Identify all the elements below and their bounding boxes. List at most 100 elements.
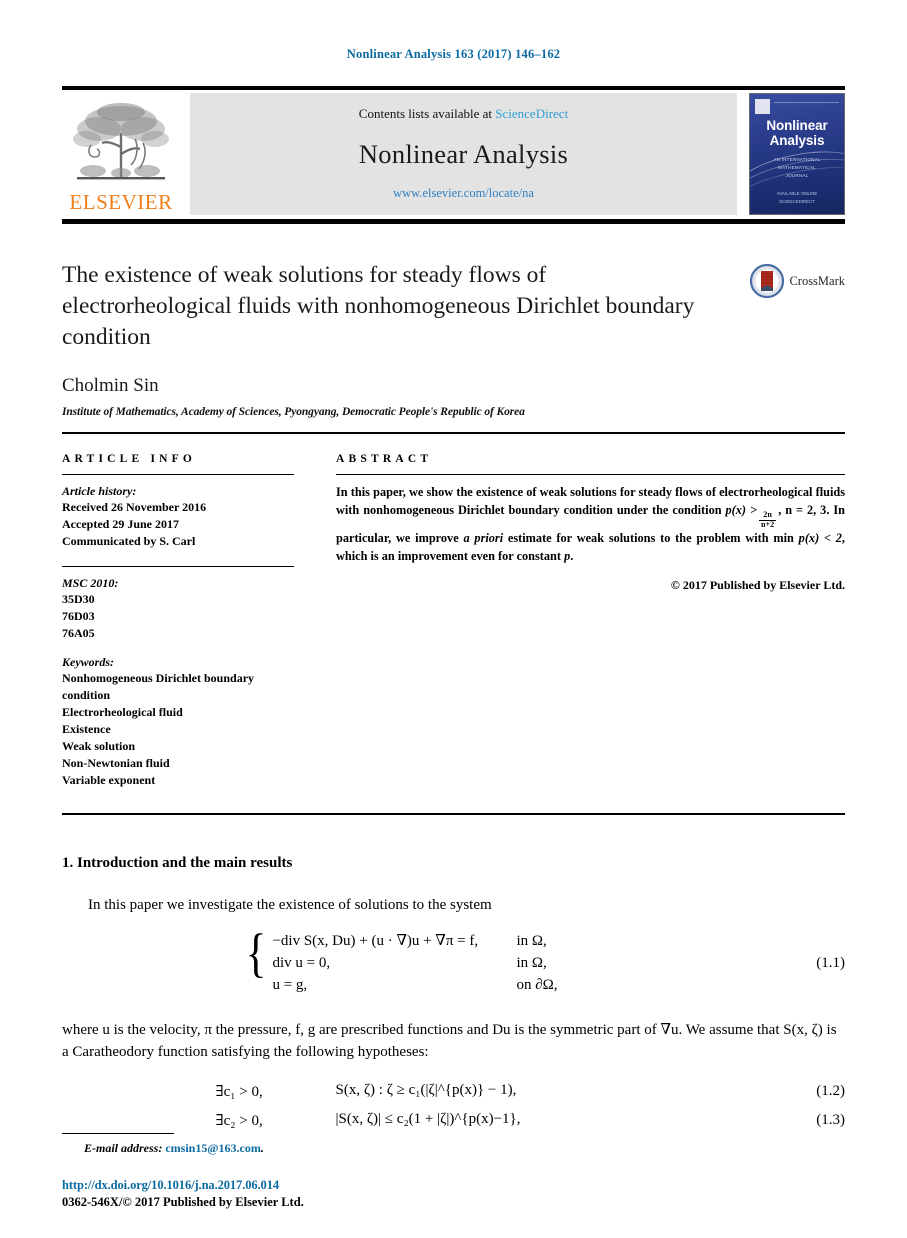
elsevier-wordmark: ELSEVIER [69, 190, 173, 214]
contents-prefix: Contents lists available at [358, 106, 493, 121]
crossmark-badge[interactable]: CrossMark [750, 264, 845, 298]
equation-1-1: { −div S(x, Du) + (u · ∇)u + ∇π = f, in … [62, 922, 845, 997]
msc-heading: MSC 2010: [62, 576, 119, 591]
abstract-bottom-rule [62, 813, 845, 816]
intro-paragraph: In this paper we investigate the existen… [88, 897, 492, 914]
post-equation-paragraph: where u is the velocity, π the pressure,… [62, 1019, 845, 1064]
cover-title-line1: Nonlinear [766, 118, 828, 133]
equation-1-3-expression: |S(x, ζ)| ≤ c₂(1 + |ζ|)^{p(x)−1}, [335, 1110, 521, 1127]
equation-1-3-number: (1.3) [816, 1111, 845, 1128]
equation-1-2: ∃c₁ > 0, S(x, ζ) : ζ ≥ c₁(|ζ|^{p(x)} − 1… [62, 1082, 846, 1101]
doi-link[interactable]: http://dx.doi.org/10.1016/j.na.2017.06.0… [62, 1178, 845, 1193]
abstract-apriori: a priori [463, 530, 504, 545]
masthead-center-panel: Contents lists available at ScienceDirec… [190, 93, 737, 215]
journal-masthead: ELSEVIER Contents lists available at Sci… [62, 93, 845, 215]
equation-1-2-body: ∃c₁ > 0, S(x, ζ) : ζ ≥ c₁(|ζ|^{p(x)} − 1… [62, 1082, 789, 1101]
keyword-item: Nonhomogeneous Dirichlet boundary [62, 671, 255, 686]
info-abstract-row: ARTICLE INFO Article history: Received 2… [62, 453, 845, 789]
equation-domain: on ∂Ω, [516, 976, 558, 993]
msc-code: 76D03 [62, 609, 95, 624]
fraction-denominator: n+2 [761, 520, 775, 530]
keyword-item: Existence [62, 722, 111, 737]
section-number: 1. [62, 855, 74, 872]
article-history-heading: Article history: [62, 484, 137, 499]
section-title-text: Introduction and the main results [77, 855, 293, 872]
email-period: . [260, 1141, 264, 1155]
msc-code: 35D30 [62, 592, 95, 607]
section-heading: 1. Introduction and the main results [62, 855, 845, 872]
cover-top-rule [774, 102, 839, 103]
equation-1-1-number: (1.1) [816, 955, 845, 972]
article-info-rule [62, 474, 294, 476]
crossmark-label: CrossMark [789, 273, 845, 288]
equation-domain: in Ω, [516, 954, 547, 971]
abstract-math-p: p(x) > [725, 503, 757, 517]
keyword-item: Non-Newtonian fluid [62, 756, 170, 771]
equation-domain: in Ω, [516, 932, 547, 949]
article-first-page: Nonlinear Analysis 163 (2017) 146–162 EL… [0, 0, 907, 1238]
cover-title: Nonlinear Analysis [750, 118, 844, 148]
equation-1-1-body: { −div S(x, Du) + (u · ∇)u + ∇π = f, in … [62, 922, 789, 997]
page-title: The existence of weak solutions for stea… [62, 262, 695, 351]
equation-1-2-inline: ∃c₁ > 0, S(x, ζ) : ζ ≥ c₁(|ζ|^{p(x)} − 1… [216, 1082, 636, 1101]
equation-1-2-number: (1.2) [816, 1082, 845, 1099]
email-address-link[interactable]: cmsin15@163.com [165, 1141, 260, 1155]
cover-publisher-badge [755, 99, 770, 114]
sciencedirect-link[interactable]: ScienceDirect [495, 106, 568, 121]
abstract-rule [336, 474, 845, 476]
keywords-heading: Keywords: [62, 655, 114, 670]
msc-rule [62, 566, 294, 568]
equation-system: { −div S(x, Du) + (u · ∇)u + ∇π = f, in … [243, 922, 609, 997]
cover-footer: AVAILABLE ONLINE SCIENCEDIRECT [750, 190, 844, 206]
title-block: The existence of weak solutions for stea… [62, 260, 845, 418]
equation-1-3-inline: ∃c₂ > 0, |S(x, ζ)| ≤ c₂(1 + |ζ|)^{p(x)−1… [216, 1111, 636, 1130]
equation-lhs: −div S(x, Du) + (u · ∇)u + ∇π = f, [272, 932, 479, 949]
masthead-top-rule [62, 86, 845, 90]
title-bottom-rule [62, 432, 845, 435]
cover-footer-line1: AVAILABLE ONLINE [776, 191, 818, 197]
equation-1-3-body: ∃c₂ > 0, |S(x, ζ)| ≤ c₂(1 + |ζ|)^{p(x)−1… [62, 1111, 789, 1130]
author-name: Cholmin Sin [62, 375, 159, 397]
keyword-item: Variable exponent [62, 773, 156, 788]
cover-title-line2: Analysis [769, 133, 825, 149]
abstract-column: ABSTRACT In this paper, we show the exis… [336, 453, 845, 789]
equation-1-3-condition: ∃c₂ > 0, [215, 1112, 263, 1129]
journal-homepage-link[interactable]: www.elsevier.com/locate/na [393, 186, 534, 201]
keywords-spacer [62, 642, 294, 655]
cover-footer-line2: SCIENCEDIRECT [779, 199, 815, 205]
post-equation-line-1: where u is the velocity, π the pressure,… [62, 1021, 683, 1038]
article-history-item: Accepted 29 June 2017 [62, 517, 179, 532]
elsevier-tree-icon [73, 103, 169, 180]
journal-title: Nonlinear Analysis [358, 138, 569, 169]
equation-1-2-expression: S(x, ζ) : ζ ≥ c₁(|ζ|^{p(x)} − 1), [335, 1081, 517, 1098]
keyword-item: Electrorheological fluid [62, 705, 183, 720]
elsevier-logo[interactable]: ELSEVIER [62, 93, 180, 215]
email-label: E-mail address: [84, 1141, 163, 1155]
footnote-email-line: E-mail address: cmsin15@163.com. [62, 1141, 845, 1156]
left-brace: { [245, 922, 266, 983]
footnote-area: E-mail address: cmsin15@163.com. [62, 1133, 845, 1156]
author-affiliation: Institute of Mathematics, Academy of Sci… [62, 406, 525, 419]
equation-lhs: u = g, [272, 976, 308, 993]
contents-available-line: Contents lists available at ScienceDirec… [359, 106, 568, 122]
issn-copyright-line: 0362-546X/© 2017 Published by Elsevier L… [62, 1195, 304, 1209]
masthead-bottom-rule [62, 219, 845, 224]
abstract-part-5: . [570, 548, 574, 563]
equation-line: u = g, on ∂Ω, [272, 975, 608, 997]
journal-cover-thumbnail[interactable]: Nonlinear Analysis AN INTERNATIONAL MATH… [749, 93, 845, 215]
running-head: Nonlinear Analysis 163 (2017) 146–162 [346, 47, 561, 61]
abstract-fraction: 2n n+2 [759, 511, 777, 530]
article-history-item: Communicated by S. Carl [62, 534, 196, 549]
abstract-heading: ABSTRACT [336, 453, 433, 466]
abstract-part-3: estimate for weak solutions to the probl… [503, 530, 799, 545]
footnote-rule [62, 1133, 174, 1134]
equation-line: −div S(x, Du) + (u · ∇)u + ∇π = f, in Ω, [272, 931, 608, 953]
crossmark-icon [750, 264, 785, 298]
page-footer: http://dx.doi.org/10.1016/j.na.2017.06.0… [62, 1178, 845, 1210]
equation-lhs: div u = 0, [272, 954, 331, 971]
equation-1-2-condition: ∃c₁ > 0, [215, 1083, 263, 1100]
equation-line: div u = 0, in Ω, [272, 953, 608, 975]
abstract-text: In this paper, we show the existence of … [336, 484, 845, 566]
article-info-column: ARTICLE INFO Article history: Received 2… [62, 453, 294, 789]
keyword-item: Weak solution [62, 739, 136, 754]
